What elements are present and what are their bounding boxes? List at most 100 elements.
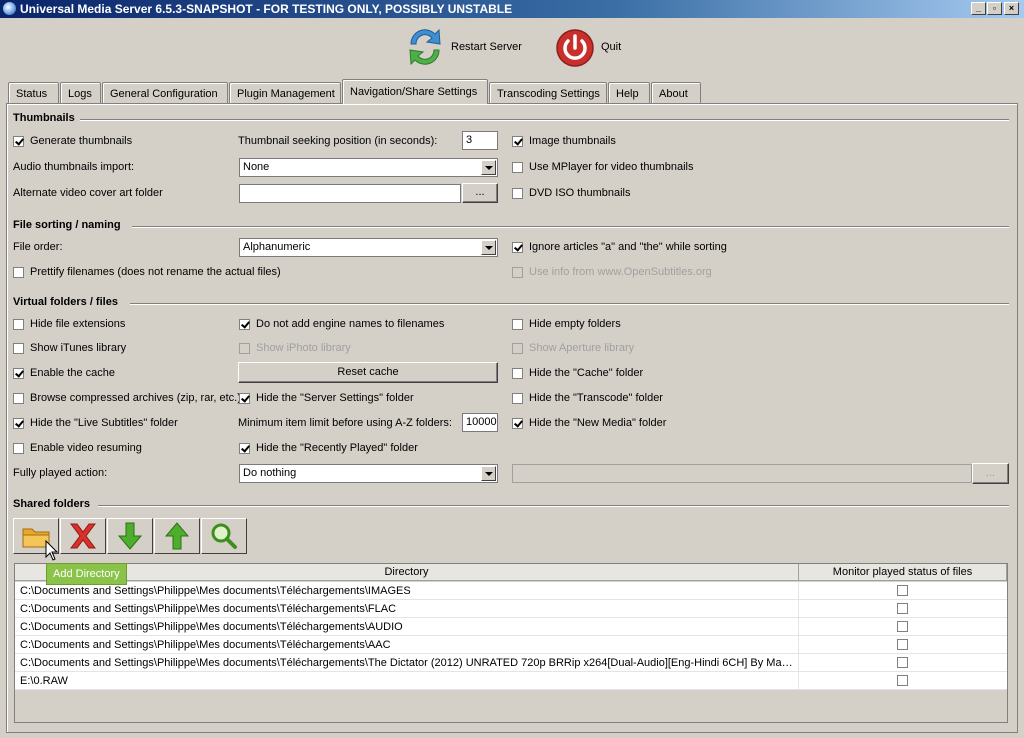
hide-live-subtitles-checkbox[interactable]: Hide the "Live Subtitles" folder <box>13 417 178 429</box>
quit-button[interactable]: Quit <box>555 26 621 68</box>
checkbox-label: DVD ISO thumbnails <box>529 187 631 199</box>
cover-art-label: Alternate video cover art folder <box>13 187 163 199</box>
hide-server-settings-checkbox[interactable]: Hide the "Server Settings" folder <box>239 392 414 404</box>
fully-played-select[interactable]: Do nothing <box>239 464 498 483</box>
tab-status[interactable]: Status <box>8 82 59 103</box>
monitor-checkbox[interactable] <box>897 657 908 668</box>
hide-transcode-checkbox[interactable]: Hide the "Transcode" folder <box>512 392 663 404</box>
checkbox-box[interactable] <box>239 442 250 454</box>
directory-cell: C:\Documents and Settings\Philippe\Mes d… <box>20 621 403 633</box>
monitor-checkbox[interactable] <box>897 603 908 614</box>
audio-import-select[interactable]: None <box>239 158 498 177</box>
tab-general-configuration[interactable]: General Configuration <box>102 82 228 103</box>
table-row[interactable]: C:\Documents and Settings\Philippe\Mes d… <box>15 618 1007 636</box>
checkbox-box[interactable] <box>239 392 250 404</box>
checkbox-box[interactable] <box>13 318 24 330</box>
file-order-value: Alphanumeric <box>243 241 311 253</box>
checkbox-box[interactable] <box>512 417 523 429</box>
fully-played-browse-button: ... <box>972 463 1009 484</box>
min-limit-label: Minimum item limit before using A-Z fold… <box>238 417 452 429</box>
checkbox-box[interactable] <box>512 241 523 253</box>
checkbox-box[interactable] <box>13 367 24 379</box>
hide-cache-checkbox[interactable]: Hide the "Cache" folder <box>512 367 643 379</box>
monitor-checkbox[interactable] <box>897 585 908 596</box>
tab-about[interactable]: About <box>651 82 701 103</box>
checkbox-box[interactable] <box>512 367 523 379</box>
move-down-button[interactable] <box>107 518 153 554</box>
remove-directory-button[interactable] <box>60 518 106 554</box>
checkbox-box[interactable] <box>13 442 24 454</box>
show-itunes-checkbox[interactable]: Show iTunes library <box>13 342 126 354</box>
tab-help[interactable]: Help <box>608 82 650 103</box>
image-thumbnails-checkbox[interactable]: Image thumbnails <box>512 135 616 147</box>
hide-extensions-checkbox[interactable]: Hide file extensions <box>13 318 125 330</box>
seek-position-input[interactable]: 3 <box>462 131 498 150</box>
power-icon <box>556 29 594 67</box>
use-mplayer-checkbox[interactable]: Use MPlayer for video thumbnails <box>512 161 693 173</box>
chevron-down-icon[interactable] <box>481 466 496 481</box>
browse-archives-checkbox[interactable]: Browse compressed archives (zip, rar, et… <box>13 392 241 404</box>
checkbox-box[interactable] <box>512 187 523 199</box>
monitor-checkbox[interactable] <box>897 639 908 650</box>
close-button[interactable]: × <box>1004 2 1019 15</box>
enable-cache-checkbox[interactable]: Enable the cache <box>13 367 115 379</box>
monitor-checkbox[interactable] <box>897 621 908 632</box>
tab-logs[interactable]: Logs <box>60 82 101 103</box>
tab-transcoding-settings[interactable]: Transcoding Settings <box>489 82 607 103</box>
show-iphoto-checkbox: Show iPhoto library <box>239 342 351 354</box>
checkbox-box[interactable] <box>239 318 250 330</box>
cover-art-input[interactable] <box>239 184 461 203</box>
checkbox-label: Show iPhoto library <box>256 342 351 354</box>
minimize-button[interactable]: _ <box>971 2 986 15</box>
directory-cell: C:\Documents and Settings\Philippe\Mes d… <box>20 639 391 651</box>
tab-plugin-management[interactable]: Plugin Management <box>229 82 341 103</box>
table-row[interactable]: C:\Documents and Settings\Philippe\Mes d… <box>15 654 1007 672</box>
checkbox-box[interactable] <box>13 135 24 147</box>
dvd-iso-checkbox[interactable]: DVD ISO thumbnails <box>512 187 630 199</box>
table-row[interactable]: C:\Documents and Settings\Philippe\Mes d… <box>15 636 1007 654</box>
checkbox-box[interactable] <box>512 135 523 147</box>
title-bar[interactable]: Universal Media Server 6.5.3-SNAPSHOT - … <box>0 0 1024 18</box>
checkbox-label: Show Aperture library <box>529 342 635 354</box>
no-engine-names-checkbox[interactable]: Do not add engine names to filenames <box>239 318 444 330</box>
cover-art-browse-button[interactable]: ... <box>462 183 498 203</box>
prettify-filenames-checkbox[interactable]: Prettify filenames (does not rename the … <box>13 266 281 278</box>
checkbox-box[interactable] <box>13 342 24 354</box>
move-up-button[interactable] <box>154 518 200 554</box>
hide-empty-checkbox[interactable]: Hide empty folders <box>512 318 621 330</box>
scan-directory-button[interactable] <box>201 518 247 554</box>
restart-server-button[interactable]: Restart Server <box>405 24 522 70</box>
chevron-down-icon[interactable] <box>481 160 496 175</box>
tab-navigation-share-settings[interactable]: Navigation/Share Settings <box>342 79 488 104</box>
checkbox-box[interactable] <box>512 392 523 404</box>
generate-thumbnails-checkbox[interactable]: Generate thumbnails <box>13 135 132 147</box>
reset-cache-button[interactable]: Reset cache <box>238 362 498 383</box>
section-virtual-folders: Virtual folders / files <box>13 296 122 308</box>
checkbox-box[interactable] <box>512 161 523 173</box>
column-header-directory[interactable]: Directory <box>15 564 799 581</box>
monitor-checkbox[interactable] <box>897 675 908 686</box>
checkbox-box[interactable] <box>13 266 24 278</box>
checkbox-label: Ignore articles "a" and "the" while sort… <box>529 241 727 253</box>
column-header-monitor[interactable]: Monitor played status of files <box>799 564 1007 581</box>
checkbox-label: Hide the "Transcode" folder <box>529 392 663 404</box>
checkbox-label: Enable the cache <box>30 367 116 379</box>
directory-cell: C:\Documents and Settings\Philippe\Mes d… <box>20 657 795 669</box>
video-resuming-checkbox[interactable]: Enable video resuming <box>13 442 142 454</box>
table-row[interactable]: C:\Documents and Settings\Philippe\Mes d… <box>15 600 1007 618</box>
checkbox-box[interactable] <box>13 417 24 429</box>
add-directory-tooltip: Add Directory <box>46 563 127 585</box>
window-title: Universal Media Server 6.5.3-SNAPSHOT - … <box>20 2 513 16</box>
restore-button[interactable]: ▫ <box>987 2 1002 15</box>
checkbox-box[interactable] <box>512 318 523 330</box>
ignore-articles-checkbox[interactable]: Ignore articles "a" and "the" while sort… <box>512 241 727 253</box>
checkbox-label: Hide file extensions <box>30 318 126 330</box>
min-limit-input[interactable]: 10000 <box>462 413 498 432</box>
file-order-select[interactable]: Alphanumeric <box>239 238 498 257</box>
hide-new-media-checkbox[interactable]: Hide the "New Media" folder <box>512 417 666 429</box>
table-row[interactable]: C:\Documents and Settings\Philippe\Mes d… <box>15 582 1007 600</box>
checkbox-box[interactable] <box>13 392 24 404</box>
chevron-down-icon[interactable] <box>481 240 496 255</box>
table-row[interactable]: E:\0.RAW <box>15 672 1007 690</box>
hide-recently-played-checkbox[interactable]: Hide the "Recently Played" folder <box>239 442 418 454</box>
